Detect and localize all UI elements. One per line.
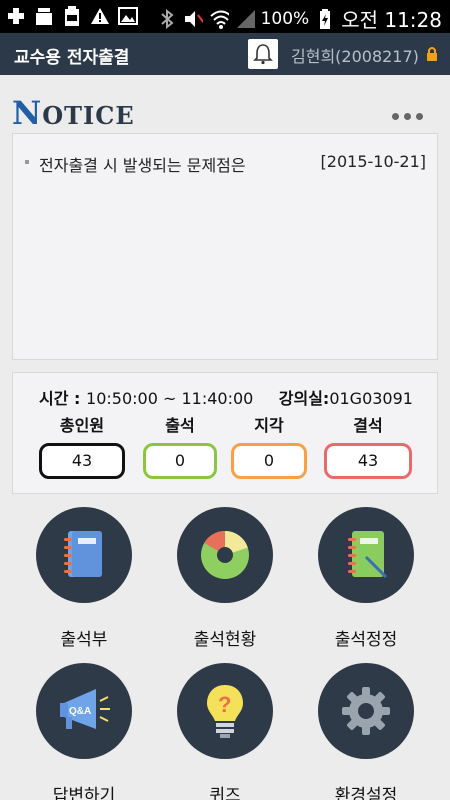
stat-late-value: 0 bbox=[231, 443, 307, 479]
mute-icon bbox=[183, 8, 203, 30]
charging-battery-icon bbox=[315, 8, 335, 30]
status-bar: 100% 오전 11:28 bbox=[0, 0, 450, 33]
stat-late: 지각 0 bbox=[231, 415, 307, 479]
image-icon bbox=[118, 5, 138, 27]
menu-attendance-correction[interactable]: 출석정정 bbox=[306, 507, 426, 650]
app-header: 교수용 전자출결 김현희(2008217) bbox=[0, 33, 450, 75]
stat-present-value: 0 bbox=[143, 443, 217, 479]
plus-icon bbox=[6, 5, 26, 27]
more-icon[interactable] bbox=[392, 113, 423, 120]
stat-absent-value: 43 bbox=[324, 443, 412, 479]
svg-text:?: ? bbox=[218, 692, 231, 717]
lock-icon bbox=[426, 46, 438, 66]
battery-percent: 100% bbox=[260, 8, 310, 29]
wifi-icon bbox=[209, 8, 229, 30]
stat-absent: 결석 43 bbox=[324, 415, 412, 479]
clock: 오전 11:28 bbox=[341, 8, 442, 32]
menu-quiz[interactable]: ? 퀴즈 bbox=[165, 663, 285, 800]
bluetooth-icon bbox=[157, 8, 177, 30]
notebook-pen-icon bbox=[318, 507, 414, 603]
bullet-icon bbox=[25, 160, 29, 164]
lightbulb-question-icon: ? bbox=[177, 663, 273, 759]
attendance-panel: 시간 : 10:50:00 ~ 11:40:00 강의실:01G03091 총인… bbox=[12, 372, 438, 494]
svg-text:Q&A: Q&A bbox=[69, 706, 91, 717]
notice-title: NOTICE bbox=[12, 94, 135, 132]
class-info: 시간 : 10:50:00 ~ 11:40:00 강의실:01G03091 bbox=[39, 389, 413, 408]
stat-total-value: 43 bbox=[39, 443, 125, 479]
stat-present: 출석 0 bbox=[143, 415, 217, 479]
menu-settings[interactable]: 환경설정 bbox=[306, 663, 426, 800]
notice-list: 전자출결 시 발생되는 문제점은 [2015-10-21] bbox=[12, 133, 438, 360]
menu-attendance-status[interactable]: 출석현황 bbox=[165, 507, 285, 650]
usb-icon bbox=[34, 5, 54, 27]
menu-attendance-book[interactable]: 출석부 bbox=[24, 507, 144, 650]
notice-text: 전자출결 시 발생되는 문제점은 bbox=[39, 156, 246, 175]
bell-icon[interactable] bbox=[248, 39, 278, 69]
megaphone-qa-icon: Q&A bbox=[36, 663, 132, 759]
gear-icon bbox=[318, 663, 414, 759]
menu-answer[interactable]: Q&A 답변하기 bbox=[24, 663, 144, 800]
battery-box-icon bbox=[62, 5, 82, 27]
notebook-icon bbox=[36, 507, 132, 603]
user-name: 김현희(2008217) bbox=[291, 47, 419, 66]
donut-chart-icon bbox=[177, 507, 273, 603]
stat-total: 총인원 43 bbox=[39, 415, 125, 479]
warning-icon bbox=[90, 5, 110, 27]
signal-icon bbox=[235, 8, 255, 30]
app-title: 교수용 전자출결 bbox=[14, 48, 130, 68]
notice-date: [2015-10-21] bbox=[320, 152, 426, 171]
